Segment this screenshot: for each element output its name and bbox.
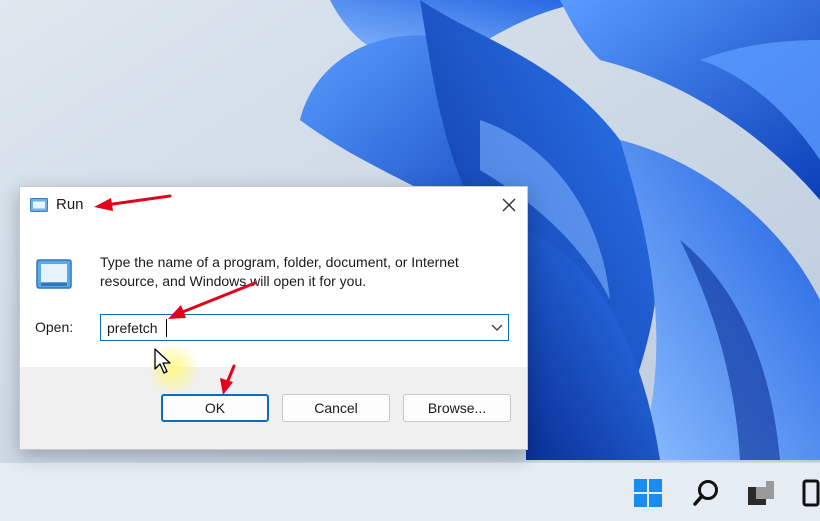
ok-button[interactable]: OK <box>161 394 269 422</box>
run-dialog: Run Type the name of a program, folder, … <box>19 186 528 450</box>
widgets-icon[interactable] <box>800 477 820 509</box>
button-bar: OK Cancel Browse... <box>20 367 527 449</box>
text-caret <box>166 319 167 337</box>
run-app-icon <box>30 198 48 212</box>
browse-button[interactable]: Browse... <box>403 394 511 422</box>
task-view-icon[interactable] <box>745 477 777 509</box>
taskbar <box>0 462 820 521</box>
dialog-title: Run <box>56 196 84 213</box>
search-icon[interactable] <box>690 477 722 509</box>
close-button[interactable] <box>491 187 527 223</box>
cancel-button[interactable]: Cancel <box>282 394 390 422</box>
dialog-content: Type the name of a program, folder, docu… <box>20 223 527 367</box>
chevron-down-icon[interactable] <box>491 323 503 333</box>
open-input-value[interactable]: prefetch <box>107 320 158 336</box>
windows-start-icon[interactable] <box>632 477 664 509</box>
close-icon <box>502 198 516 212</box>
open-combobox[interactable]: prefetch <box>100 314 509 341</box>
run-program-icon <box>36 259 72 289</box>
dialog-description: Type the name of a program, folder, docu… <box>100 254 459 289</box>
open-label: Open: <box>35 319 74 335</box>
mouse-pointer-icon <box>154 348 171 374</box>
title-bar[interactable]: Run <box>20 187 527 223</box>
